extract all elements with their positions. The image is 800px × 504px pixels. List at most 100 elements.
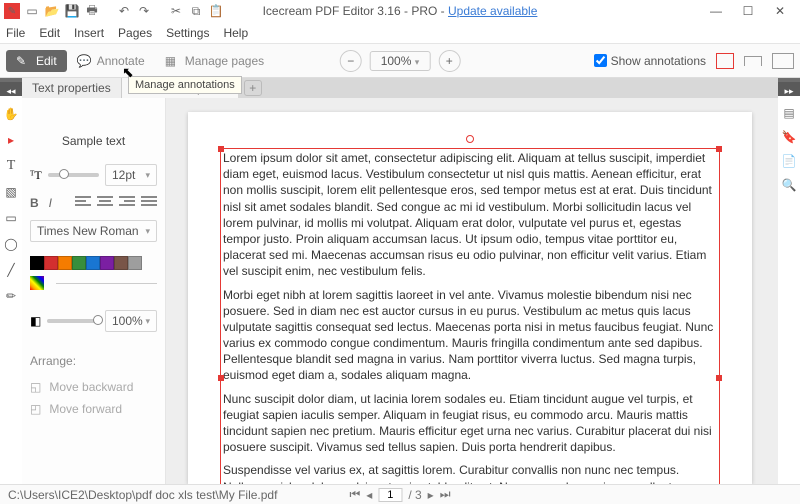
resize-handle-tr[interactable] [716, 146, 722, 152]
font-size-slider[interactable] [48, 173, 99, 177]
right-strip: ▤ 🔖 📄 🔍 [778, 96, 800, 484]
manage-pages-button[interactable]: ▦Manage pages [155, 50, 274, 72]
layout-facing-icon[interactable] [772, 53, 794, 69]
font-family-dropdown[interactable]: Times New Roman▾ [30, 220, 157, 242]
zoom-dropdown[interactable]: 100% ▾ [370, 51, 431, 71]
cut-icon[interactable]: ✂ [168, 3, 184, 19]
menu-help[interactable]: Help [223, 26, 248, 40]
paste-icon[interactable]: 📋 [208, 3, 224, 19]
save-icon[interactable]: 💾 [64, 3, 80, 19]
close-button[interactable]: ✕ [772, 4, 788, 18]
arrange-label: Arrange: [30, 354, 157, 368]
zoom-out-button[interactable]: − [340, 50, 362, 72]
page-area[interactable]: Lorem ipsum dolor sit amet, consectetur … [166, 98, 778, 484]
bookmarks-icon[interactable]: 🔖 [782, 130, 797, 144]
menu-edit[interactable]: Edit [39, 26, 60, 40]
resize-handle-tl[interactable] [218, 146, 224, 152]
resize-handle-ml[interactable] [218, 375, 224, 381]
color-swatch[interactable] [128, 256, 142, 270]
last-page-button[interactable]: ⏭ [440, 487, 451, 502]
resize-handle-mr[interactable] [716, 375, 722, 381]
bold-button[interactable]: B [30, 196, 39, 210]
page: Lorem ipsum dolor sit amet, consectetur … [188, 112, 752, 484]
align-justify-button[interactable] [141, 196, 157, 210]
titlebar: ✎ ▭ 📂 💾 🖶 ↶ ↷ ✂ ⧉ 📋 Icecream PDF Editor … [0, 0, 800, 22]
pager: ⏮ ◂ / 3 ▸ ⏭ [349, 487, 450, 502]
circle-tool-icon[interactable]: ◯ [3, 236, 19, 252]
edit-mode-button[interactable]: ✎Edit [6, 50, 67, 72]
color-swatch[interactable] [30, 256, 44, 270]
align-right-button[interactable] [119, 196, 135, 210]
show-annotations-checkbox[interactable]: Show annotations [594, 54, 706, 68]
prev-page-button[interactable]: ◂ [366, 488, 372, 502]
open-icon[interactable]: 📂 [44, 3, 60, 19]
main-toolbar: ✎Edit 💬Annotate ▦Manage pages − 100% ▾ +… [0, 44, 800, 78]
next-page-button[interactable]: ▸ [428, 488, 434, 502]
page-input[interactable] [378, 488, 402, 502]
rect-tool-icon[interactable]: ▭ [3, 210, 19, 226]
app-logo: ✎ [4, 3, 20, 19]
color-picker-button[interactable] [30, 276, 44, 290]
menu-insert[interactable]: Insert [74, 26, 104, 40]
color-swatch[interactable] [100, 256, 114, 270]
annotate-mode-button[interactable]: 💬Annotate [67, 50, 155, 72]
menu-settings[interactable]: Settings [166, 26, 209, 40]
copy-icon[interactable]: ⧉ [188, 3, 204, 19]
color-swatch[interactable] [72, 256, 86, 270]
opacity-dropdown[interactable]: 100%▾ [105, 310, 157, 332]
size-icon: ᵀT [30, 168, 42, 183]
tooltip: Manage annotations [128, 76, 242, 94]
move-backward-icon: ◱ [30, 380, 41, 394]
hand-tool-icon[interactable]: ✋ [3, 106, 19, 122]
redo-icon[interactable]: ↷ [136, 3, 152, 19]
maximize-button[interactable]: ☐ [740, 4, 756, 18]
search-icon[interactable]: 🔍 [782, 178, 797, 192]
pen-tool-icon[interactable]: ✏ [3, 288, 19, 304]
move-forward-button[interactable]: ◰Move forward [30, 398, 157, 420]
rotate-handle[interactable] [466, 135, 474, 143]
new-icon[interactable]: ▭ [24, 3, 40, 19]
color-swatch[interactable] [86, 256, 100, 270]
move-forward-icon: ◰ [30, 402, 41, 416]
minimize-button[interactable]: — [708, 4, 724, 18]
new-tab-button[interactable]: + [244, 80, 262, 96]
line-tool-icon[interactable]: ╱ [3, 262, 19, 278]
print-icon[interactable]: 🖶 [84, 3, 100, 19]
layout-continuous-icon[interactable] [744, 56, 762, 66]
color-swatch[interactable] [58, 256, 72, 270]
page-total: / 3 [408, 488, 421, 502]
move-backward-button[interactable]: ◱Move backward [30, 376, 157, 398]
opacity-slider[interactable] [47, 319, 99, 323]
select-tool-icon[interactable]: ▸ [3, 132, 19, 148]
file-path: C:\Users\ICE2\Desktop\pdf doc xls test\M… [8, 488, 277, 502]
undo-icon[interactable]: ↶ [116, 3, 132, 19]
first-page-button[interactable]: ⏮ [349, 487, 360, 502]
menu-file[interactable]: File [6, 26, 25, 40]
color-swatch[interactable] [114, 256, 128, 270]
text-tool-icon[interactable]: T [3, 158, 19, 174]
color-swatches [30, 256, 157, 270]
paragraph: Morbi eget nibh at lorem sagittis laoree… [223, 287, 717, 384]
opacity-icon: ◧ [30, 314, 41, 328]
properties-panel: Sample text ᵀT 12pt▾ B I Times New Roman… [22, 98, 166, 484]
selected-text-block[interactable]: Lorem ipsum dolor sit amet, consectetur … [220, 148, 720, 484]
align-center-button[interactable] [97, 196, 113, 210]
zoom-in-button[interactable]: + [438, 50, 460, 72]
thumbnails-icon[interactable]: ▤ [783, 106, 794, 120]
font-size-dropdown[interactable]: 12pt▾ [105, 164, 157, 186]
paragraph: Lorem ipsum dolor sit amet, consectetur … [223, 150, 717, 280]
statusbar: C:\Users\ICE2\Desktop\pdf doc xls test\M… [0, 484, 800, 504]
italic-button[interactable]: I [49, 196, 52, 210]
align-left-button[interactable] [75, 196, 91, 210]
update-link[interactable]: Update available [448, 4, 537, 18]
menu-pages[interactable]: Pages [118, 26, 152, 40]
color-swatch[interactable] [44, 256, 58, 270]
layout-single-icon[interactable] [716, 53, 734, 69]
attachments-icon[interactable]: 📄 [782, 154, 797, 168]
sample-text-heading: Sample text [30, 134, 157, 148]
menubar: File Edit Insert Pages Settings Help [0, 22, 800, 44]
paragraph: Suspendisse vel varius ex, at sagittis l… [223, 462, 717, 484]
tool-strip: ✋ ▸ T ▧ ▭ ◯ ╱ ✏ [0, 96, 22, 484]
image-tool-icon[interactable]: ▧ [3, 184, 19, 200]
window-title: Icecream PDF Editor 3.16 - PRO - Update … [263, 4, 538, 18]
